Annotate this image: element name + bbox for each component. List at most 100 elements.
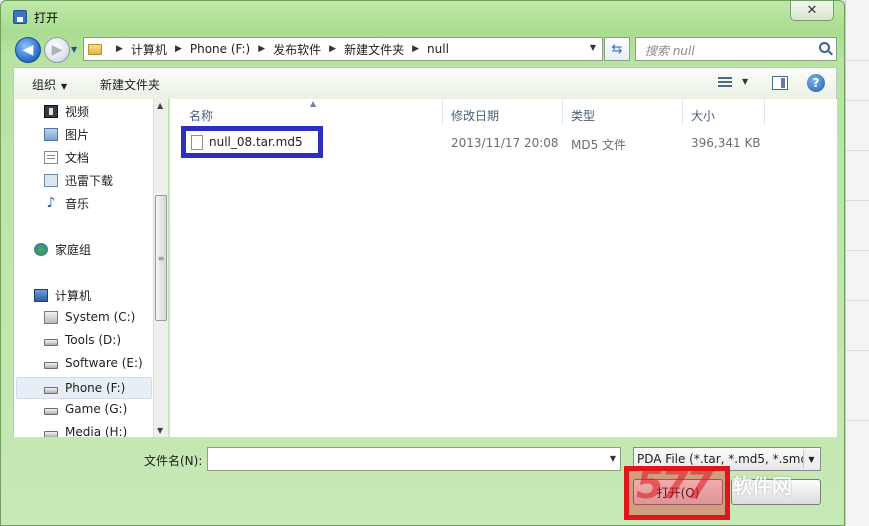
drive-icon [44, 407, 58, 415]
scroll-up-icon[interactable]: ▲ [157, 101, 163, 110]
refresh-button[interactable]: ⇆ [604, 37, 630, 61]
sidebar-item-documents[interactable]: 文档 [44, 149, 89, 166]
close-icon: ✕ [806, 3, 818, 18]
dialog-icon [13, 10, 27, 24]
column-header-type[interactable]: 类型 [563, 99, 683, 125]
sidebar-item-label: System (C:) [65, 310, 136, 324]
filename-label: 文件名(N): [144, 454, 203, 468]
filename-dropdown-icon[interactable]: ▼ [610, 454, 616, 463]
view-options-icon[interactable] [718, 77, 732, 89]
file-modified: 2013/11/17 20:08 [451, 136, 559, 150]
sidebar-item-computer[interactable]: 计算机 [34, 287, 91, 304]
sidebar-item-label: Media (H:) [65, 425, 128, 437]
chevron-right-icon[interactable]: ▶ [412, 44, 419, 54]
scroll-down-icon[interactable]: ▼ [157, 426, 163, 435]
file-list: 名称 ▲ 修改日期 类型 大小 null_08.tar.md5 2013/11/… [169, 99, 837, 437]
watermark-logo: 577 [636, 462, 713, 508]
chevron-right-icon[interactable]: ▶ [116, 44, 123, 54]
open-file-dialog: 打开 ✕ ◀ ▶ ▼ ▶ 计算机 ▶ Phone (F:) ▶ 发布软件 ▶ 新… [0, 0, 845, 526]
new-folder-button[interactable]: 新建文件夹 [100, 76, 160, 93]
chevron-down-icon[interactable]: ▼ [803, 450, 819, 468]
sidebar-scrollbar[interactable]: ▲ ≡ ▼ [153, 99, 168, 437]
search-icon[interactable] [819, 42, 830, 53]
pictures-icon [44, 128, 58, 141]
breadcrumb-computer[interactable]: 计算机 [131, 41, 167, 58]
chevron-right-icon[interactable]: ▶ [175, 44, 182, 54]
chevron-down-icon: ▼ [61, 82, 68, 91]
thunder-download-icon [44, 174, 58, 187]
sidebar-item-label: 文档 [65, 151, 90, 165]
documents-icon [44, 151, 58, 164]
column-header-name[interactable]: 名称 ▲ [170, 99, 443, 125]
title-bar: 打开 ✕ [1, 1, 844, 33]
sidebar-item-drive-e[interactable]: Software (E:) [44, 356, 143, 370]
chevron-right-icon[interactable]: ▶ [258, 44, 265, 54]
sidebar-item-homegroup[interactable]: 家庭组 [34, 241, 91, 258]
sidebar-item-drive-c[interactable]: System (C:) [44, 310, 135, 324]
sidebar-item-label: Phone (F:) [65, 381, 126, 395]
organize-label: 组织 [32, 78, 57, 92]
drive-icon [44, 338, 58, 346]
sidebar-item-label: 图片 [65, 128, 90, 142]
search-input[interactable]: 搜索 null [635, 37, 837, 61]
background-window [845, 0, 869, 526]
help-icon[interactable]: ? [807, 74, 825, 92]
sidebar-item-label: 音乐 [65, 197, 90, 211]
sidebar-item-pictures[interactable]: 图片 [44, 126, 89, 143]
drive-icon [44, 386, 58, 394]
file-name-highlight[interactable]: null_08.tar.md5 [181, 126, 323, 158]
sort-ascending-icon: ▲ [310, 99, 317, 108]
address-bar[interactable]: ▶ 计算机 ▶ Phone (F:) ▶ 发布软件 ▶ 新建文件夹 ▶ null… [83, 37, 603, 61]
breadcrumb-new-folder[interactable]: 新建文件夹 [344, 41, 404, 58]
video-icon [44, 105, 58, 118]
column-label: 类型 [571, 109, 596, 123]
column-label: 大小 [691, 109, 716, 123]
drive-icon [44, 361, 58, 369]
column-header-modified[interactable]: 修改日期 [443, 99, 563, 125]
forward-button[interactable]: ▶ [44, 37, 70, 63]
breadcrumb-release-software[interactable]: 发布软件 [273, 41, 321, 58]
folder-icon [88, 43, 102, 55]
sidebar-item-drive-g[interactable]: Game (G:) [44, 402, 127, 416]
back-button[interactable]: ◀ [15, 37, 41, 63]
preview-pane-icon[interactable] [772, 76, 788, 90]
column-label: 名称 [189, 109, 214, 123]
file-icon [191, 134, 203, 150]
recent-locations-dropdown[interactable]: ▼ [71, 45, 77, 54]
chevron-right-icon[interactable]: ▶ [329, 44, 336, 54]
back-arrow-icon: ◀ [22, 42, 34, 58]
dialog-title: 打开 [34, 11, 59, 25]
column-header-size[interactable]: 大小 [683, 99, 765, 125]
sidebar-item-label: Game (G:) [65, 402, 128, 416]
view-dropdown-icon[interactable]: ▼ [742, 77, 748, 86]
sidebar-item-drive-d[interactable]: Tools (D:) [44, 333, 121, 347]
file-type: MD5 文件 [571, 138, 627, 152]
file-row[interactable]: null_08.tar.md5 2013/11/17 20:08 MD5 文件 … [170, 126, 838, 158]
sidebar-item-drive-f[interactable]: Phone (F:) [16, 377, 152, 399]
forward-arrow-icon: ▶ [51, 42, 63, 58]
sidebar-item-videos[interactable]: 视频 [44, 103, 89, 120]
breadcrumb-phone[interactable]: Phone (F:) [190, 42, 250, 56]
homegroup-icon [34, 243, 48, 256]
drive-icon [44, 430, 58, 437]
command-toolbar: 组织 ▼ 新建文件夹 ▼ ? [13, 67, 837, 99]
sidebar-item-music[interactable]: ♪ 音乐 [44, 195, 89, 212]
sidebar-item-label: 视频 [65, 105, 90, 119]
sidebar-item-thunder-download[interactable]: 迅雷下载 [44, 172, 113, 189]
scrollbar-thumb[interactable]: ≡ [155, 195, 167, 321]
address-dropdown-icon[interactable]: ▼ [590, 43, 596, 52]
filename-input[interactable]: ▼ [207, 447, 621, 471]
close-button[interactable]: ✕ [790, 1, 834, 21]
sidebar-item-label: 迅雷下载 [65, 174, 114, 188]
search-placeholder: 搜索 null [645, 44, 695, 58]
column-label: 修改日期 [451, 109, 500, 123]
file-name: null_08.tar.md5 [209, 135, 303, 149]
organize-button[interactable]: 组织 ▼ [32, 76, 67, 93]
navigation-pane: 视频 图片 文档 迅雷下载 ♪ 音乐 家庭组 计算机 System (C:) T… [13, 99, 168, 437]
watermark-text: 软件网 [732, 474, 792, 498]
breadcrumb-null[interactable]: null [427, 42, 449, 56]
sidebar-item-label: Software (E:) [65, 356, 143, 370]
system-drive-icon [44, 310, 58, 324]
sidebar-item-drive-h[interactable]: Media (H:) [44, 425, 127, 437]
sidebar-item-label: 计算机 [55, 289, 92, 303]
